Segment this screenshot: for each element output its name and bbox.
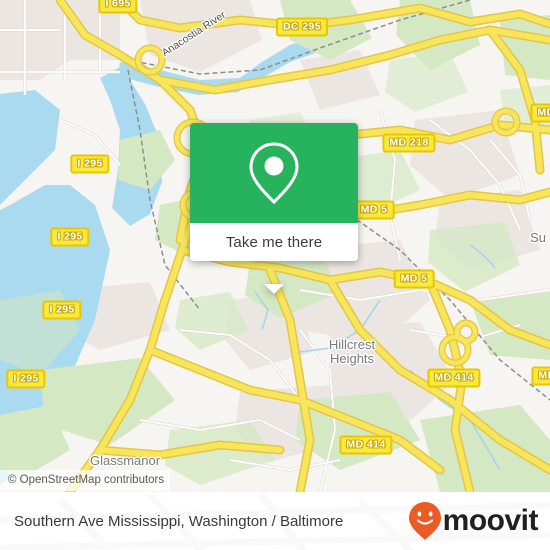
station-title: Southern Ave Mississippi, Washington / B… xyxy=(14,512,344,530)
road-shield: I 695 xyxy=(98,0,138,14)
road-shield: MD xyxy=(531,366,550,386)
road-shield: DC 295 xyxy=(275,17,329,37)
road-shield: I 295 xyxy=(70,154,110,174)
road-shield: I 295 xyxy=(50,227,90,247)
place-label: Su xyxy=(530,230,546,245)
place-label: Hillcrest Heights xyxy=(328,337,376,366)
road-shield: MD xyxy=(530,103,550,123)
location-pin-icon xyxy=(249,142,299,205)
callout-footer[interactable]: Take me there xyxy=(190,223,358,261)
footer-bar: Southern Ave Mississippi, Washington / B… xyxy=(0,492,550,550)
road-shield: I 295 xyxy=(6,369,46,389)
moovit-station-map-screenshot: I 695 DC 295 I 295 I 295 I 295 I 295 MD 218 MD … xyxy=(0,0,550,550)
road-shield: MD 414 xyxy=(427,368,481,388)
road-shield: MD 5 xyxy=(393,269,435,289)
callout-tail xyxy=(264,284,284,294)
moovit-wordmark: moovit xyxy=(442,504,539,537)
moovit-smiley-pin-icon xyxy=(408,502,441,540)
osm-attribution[interactable]: © OpenStreetMap contributors xyxy=(0,470,171,491)
take-me-there-callout[interactable]: Take me there xyxy=(190,123,358,294)
road-shield: MD 218 xyxy=(382,133,436,153)
road-shield: I 295 xyxy=(42,300,82,320)
take-me-there-label: Take me there xyxy=(225,233,323,251)
moovit-brand[interactable]: moovit xyxy=(408,501,539,541)
road-shield: MD 414 xyxy=(339,435,393,455)
callout-header xyxy=(190,123,358,223)
road-shield: MD 5 xyxy=(353,200,395,220)
place-label: Glassmanor xyxy=(89,453,161,468)
